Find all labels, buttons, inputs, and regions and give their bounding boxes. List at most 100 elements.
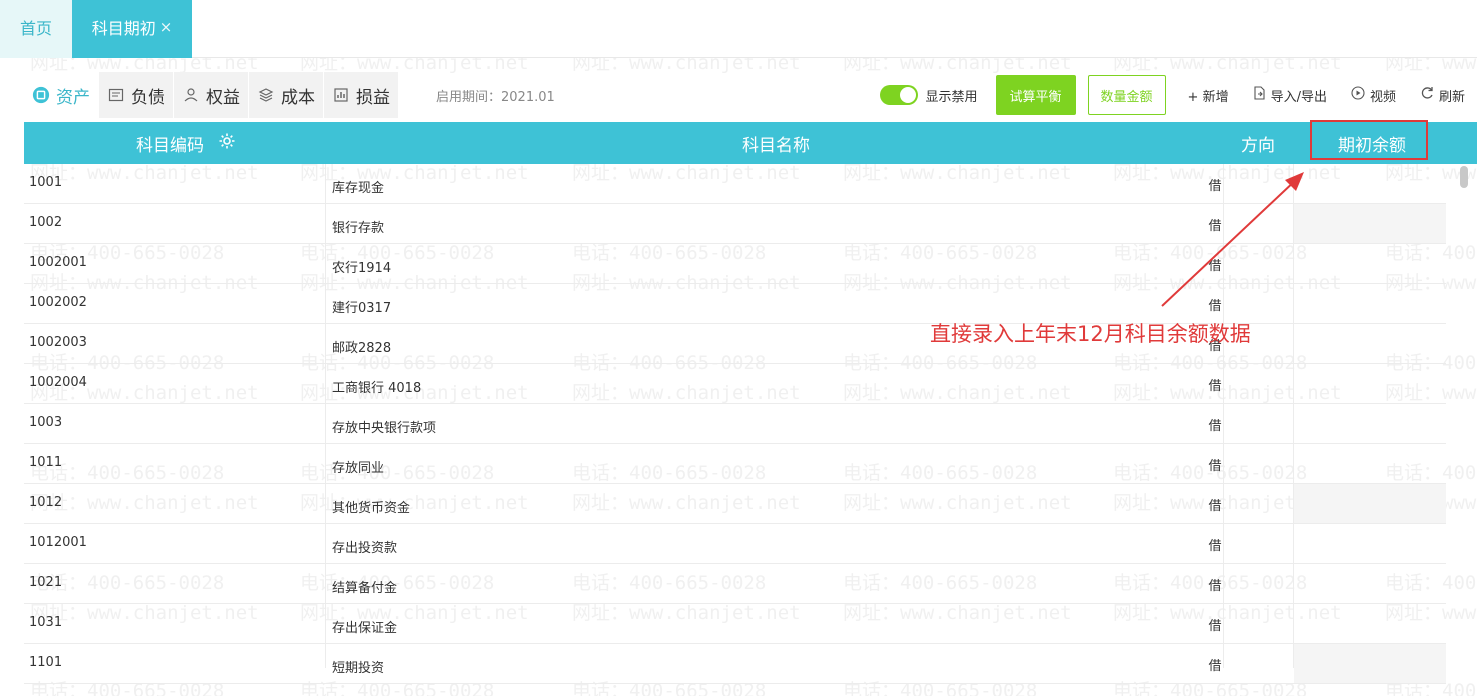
balance-direction: 借 bbox=[1208, 179, 1222, 194]
account-code: 1001 bbox=[29, 175, 63, 190]
table-row[interactable]: 1011 存放同业 借 bbox=[24, 444, 1446, 484]
account-name: 其他货币资金 bbox=[332, 501, 411, 516]
highlight-box bbox=[1310, 120, 1428, 160]
account-name: 库存现金 bbox=[332, 181, 385, 196]
category-tab-profit-loss[interactable]: 损益 bbox=[324, 72, 399, 118]
cost-icon bbox=[257, 86, 275, 104]
balance-direction: 借 bbox=[1208, 539, 1222, 554]
account-code: 1002 bbox=[29, 215, 63, 230]
balance-direction: 借 bbox=[1208, 459, 1222, 474]
account-code: 1002004 bbox=[29, 375, 87, 390]
account-code: 1021 bbox=[29, 575, 63, 590]
balance-direction: 借 bbox=[1208, 219, 1222, 234]
profit-loss-icon bbox=[332, 86, 350, 104]
show-disabled-label: 显示禁用 bbox=[925, 89, 978, 105]
account-name: 存出投资款 bbox=[332, 541, 398, 556]
account-name: 邮政2828 bbox=[332, 341, 392, 356]
tab-opening-balance-label: 科目期初 bbox=[91, 19, 156, 38]
tab-opening-balance[interactable]: 科目期初 × bbox=[72, 0, 192, 58]
add-button[interactable]: + 新增 bbox=[1188, 86, 1229, 105]
refresh-icon bbox=[1420, 86, 1434, 104]
account-name: 建行0317 bbox=[332, 301, 392, 316]
account-name: 存出保证金 bbox=[332, 621, 398, 636]
import-export-label: 导入/导出 bbox=[1270, 89, 1327, 105]
toolbar: 资产 负债 权益 成本 损益 启用期间：2021.01 显示禁用 试算平衡 数量… bbox=[24, 72, 1477, 120]
trial-balance-button[interactable]: 试算平衡 bbox=[995, 75, 1076, 115]
account-name: 结算备付金 bbox=[332, 581, 398, 596]
table-row[interactable]: 1031 存出保证金 借 bbox=[24, 604, 1446, 644]
table-row[interactable]: 1021 结算备付金 借 bbox=[24, 564, 1446, 604]
category-tab-label: 权益 bbox=[206, 87, 240, 108]
tab-home-label: 首页 bbox=[19, 19, 52, 38]
balance-direction: 借 bbox=[1208, 619, 1222, 634]
import-export-icon bbox=[1253, 86, 1266, 104]
column-divider bbox=[1223, 164, 1224, 668]
scrollbar-thumb[interactable] bbox=[1460, 166, 1468, 188]
category-tab-label: 成本 bbox=[281, 87, 315, 108]
quantity-amount-button[interactable]: 数量金额 bbox=[1087, 75, 1166, 115]
category-tab-label: 负债 bbox=[131, 87, 165, 108]
refresh-label: 刷新 bbox=[1438, 89, 1465, 105]
category-tab-liability[interactable]: 负债 bbox=[99, 72, 174, 118]
category-tab-label: 资产 bbox=[56, 87, 90, 108]
vertical-scrollbar[interactable] bbox=[1457, 164, 1471, 668]
table-row[interactable]: 1002001 农行1914 借 bbox=[24, 244, 1446, 284]
column-header-direction[interactable]: 方向 bbox=[1241, 122, 1275, 164]
column-divider bbox=[325, 164, 326, 668]
account-name: 农行1914 bbox=[332, 261, 392, 276]
refresh-button[interactable]: 刷新 bbox=[1420, 86, 1465, 105]
account-name: 工商银行 4018 bbox=[332, 381, 422, 396]
account-name: 短期投资 bbox=[332, 661, 385, 676]
enable-period: 启用期间：2021.01 bbox=[436, 90, 555, 105]
account-code: 1012 bbox=[29, 495, 63, 510]
table-row[interactable]: 1003 存放中央银行款项 借 bbox=[24, 404, 1446, 444]
tab-bar: 首页 科目期初 × bbox=[0, 0, 1477, 58]
balance-direction: 借 bbox=[1208, 659, 1222, 674]
add-label: + 新增 bbox=[1187, 89, 1229, 105]
category-tabs: 资产 负债 权益 成本 损益 bbox=[24, 72, 399, 118]
column-header-code-label: 科目编码 bbox=[136, 135, 204, 156]
table-row[interactable]: 1012 其他货币资金 借 bbox=[24, 484, 1446, 524]
account-name: 银行存款 bbox=[332, 221, 385, 236]
table-row[interactable]: 1002 银行存款 借 bbox=[24, 204, 1446, 244]
show-disabled-toggle[interactable] bbox=[879, 85, 918, 105]
account-code: 1031 bbox=[29, 615, 63, 630]
table-row[interactable]: 1001 库存现金 借 bbox=[24, 164, 1446, 204]
account-code: 1101 bbox=[29, 655, 63, 670]
import-export-button[interactable]: 导入/导出 bbox=[1253, 86, 1327, 105]
close-icon[interactable]: × bbox=[160, 18, 173, 36]
balance-direction: 借 bbox=[1208, 259, 1222, 274]
balance-direction: 借 bbox=[1208, 499, 1222, 514]
liability-icon bbox=[107, 86, 125, 104]
account-code: 1002003 bbox=[29, 335, 87, 350]
video-button[interactable]: 视频 bbox=[1351, 86, 1396, 105]
balance-direction: 借 bbox=[1208, 579, 1222, 594]
category-tab-label: 损益 bbox=[356, 87, 390, 108]
annotation-text: 直接录入上年末12月科目余额数据 bbox=[930, 322, 1251, 346]
account-code: 1002001 bbox=[29, 255, 87, 270]
column-divider bbox=[1293, 164, 1294, 668]
tab-home[interactable]: 首页 bbox=[0, 0, 72, 58]
equity-icon bbox=[182, 86, 200, 104]
column-header-code[interactable]: 科目编码 bbox=[136, 122, 236, 164]
balance-direction: 借 bbox=[1208, 419, 1222, 434]
account-code: 1011 bbox=[29, 455, 63, 470]
play-icon bbox=[1351, 86, 1365, 104]
table-row[interactable]: 1012001 存出投资款 借 bbox=[24, 524, 1446, 564]
category-tab-asset[interactable]: 资产 bbox=[24, 72, 99, 118]
account-name: 存放中央银行款项 bbox=[332, 421, 437, 436]
table-row[interactable]: 1002004 工商银行 4018 借 bbox=[24, 364, 1446, 404]
table-header: 科目编码 科目名称 方向 期初余额 bbox=[24, 122, 1477, 164]
category-tab-equity[interactable]: 权益 bbox=[174, 72, 249, 118]
account-code: 1012001 bbox=[29, 535, 87, 550]
balance-direction: 借 bbox=[1208, 379, 1222, 394]
account-name: 存放同业 bbox=[332, 461, 385, 476]
asset-icon bbox=[32, 86, 50, 104]
toolbar-actions: 显示禁用 试算平衡 数量金额 + 新增 导入/导出 视频 刷新 bbox=[879, 72, 1465, 118]
category-tab-cost[interactable]: 成本 bbox=[249, 72, 324, 118]
gear-icon[interactable] bbox=[218, 132, 236, 155]
video-label: 视频 bbox=[1369, 89, 1396, 105]
table-row[interactable]: 1101 短期投资 借 bbox=[24, 644, 1446, 684]
account-code: 1003 bbox=[29, 415, 63, 430]
column-header-name[interactable]: 科目名称 bbox=[742, 122, 810, 164]
